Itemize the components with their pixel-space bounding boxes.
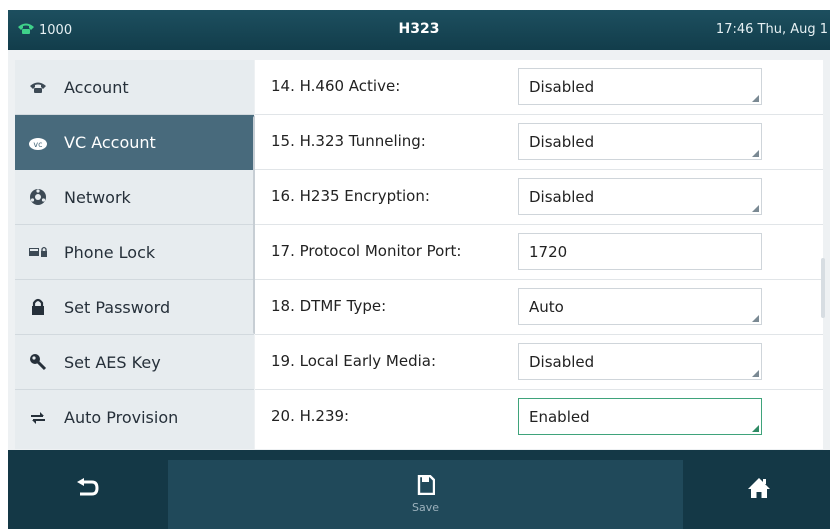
setting-row-h460-active: 14. H.460 Active: Disabled xyxy=(255,60,823,115)
svg-text:vc: vc xyxy=(33,140,42,149)
page-title: H323 xyxy=(398,21,440,37)
home-button[interactable] xyxy=(688,450,830,529)
setting-label: 18. DTMF Type: xyxy=(271,297,387,315)
vc-account-icon: vc xyxy=(27,132,49,154)
setting-value: Disabled xyxy=(529,188,595,206)
key-icon xyxy=(27,351,49,373)
setting-value: Enabled xyxy=(529,408,590,426)
setting-row-protocol-monitor-port: 17. Protocol Monitor Port: 1720 xyxy=(255,225,823,280)
dtmf-type-select[interactable]: Auto xyxy=(518,288,762,325)
setting-row-dtmf-type: 18. DTMF Type: Auto xyxy=(255,280,823,335)
h239-select[interactable]: Enabled xyxy=(518,398,762,435)
phone-lock-icon xyxy=(27,241,49,263)
settings-scrollbar[interactable] xyxy=(821,258,825,318)
sidebar-item-set-password[interactable]: Set Password xyxy=(15,280,254,335)
h460-active-select[interactable]: Disabled xyxy=(518,68,762,105)
sidebar-item-label: Auto Provision xyxy=(64,408,179,427)
sidebar-item-label: Phone Lock xyxy=(64,242,156,262)
sidebar-item-label: Account xyxy=(64,77,129,97)
setting-value: Disabled xyxy=(529,78,595,96)
phone-icon xyxy=(27,76,49,98)
sidebar-item-network[interactable]: Network xyxy=(15,170,254,225)
setting-label: 19. Local Early Media: xyxy=(271,352,437,370)
h235-encryption-select[interactable]: Disabled xyxy=(518,178,762,215)
setting-row-local-early-media: 19. Local Early Media: Disabled xyxy=(255,335,823,390)
network-icon xyxy=(27,186,49,208)
sidebar-item-label: VC Account xyxy=(64,133,156,152)
lock-icon xyxy=(27,296,49,318)
dropdown-corner-icon xyxy=(752,425,759,432)
protocol-monitor-port-input[interactable]: 1720 xyxy=(518,233,762,270)
back-arrow-icon xyxy=(76,477,100,502)
save-label: Save xyxy=(411,501,439,514)
setting-label: 20. H.239: xyxy=(271,407,350,425)
h323-tunneling-select[interactable]: Disabled xyxy=(518,123,762,160)
sidebar: Account vc VC Account Network Phone Lock… xyxy=(15,60,257,449)
settings-list: 14. H.460 Active: Disabled 15. H.323 Tun… xyxy=(255,60,823,449)
clock: 17:46 Thu, Aug 1 xyxy=(715,22,828,37)
setting-row-h239: 20. H.239: Enabled xyxy=(255,390,823,445)
dropdown-corner-icon xyxy=(752,150,759,157)
sidebar-item-vc-account[interactable]: vc VC Account xyxy=(15,115,254,170)
dropdown-corner-icon xyxy=(752,205,759,212)
sidebar-item-auto-provision[interactable]: Auto Provision xyxy=(15,390,254,445)
setting-label: 15. H.323 Tunneling: xyxy=(271,132,426,150)
sidebar-item-label: Set AES Key xyxy=(64,352,161,372)
sync-icon xyxy=(27,407,49,429)
phone-screen: 1000 H323 17:46 Thu, Aug 1 Account vc VC… xyxy=(8,10,830,529)
setting-label: 16. H235 Encryption: xyxy=(271,187,430,205)
setting-label: 14. H.460 Active: xyxy=(271,77,401,95)
sidebar-item-phone-lock[interactable]: Phone Lock xyxy=(15,225,254,280)
dropdown-corner-icon xyxy=(752,95,759,102)
setting-value: Disabled xyxy=(529,353,595,371)
setting-value: Auto xyxy=(529,298,564,316)
sidebar-item-label: Network xyxy=(64,187,131,207)
setting-value: 1720 xyxy=(529,243,568,261)
sidebar-item-account[interactable]: Account xyxy=(15,60,254,115)
sidebar-item-set-aes-key[interactable]: Set AES Key xyxy=(15,335,254,390)
save-button[interactable]: Save xyxy=(168,460,683,529)
back-button[interactable] xyxy=(8,450,168,529)
dropdown-corner-icon xyxy=(752,315,759,322)
dropdown-corner-icon xyxy=(752,370,759,377)
save-icon xyxy=(417,474,435,498)
sidebar-item-label: Set Password xyxy=(64,297,171,317)
setting-label: 17. Protocol Monitor Port: xyxy=(271,242,462,260)
setting-row-h235-encryption: 16. H235 Encryption: Disabled xyxy=(255,170,823,225)
setting-row-h323-tunneling: 15. H.323 Tunneling: Disabled xyxy=(255,115,823,170)
status-bar: 1000 H323 17:46 Thu, Aug 1 xyxy=(8,10,830,50)
setting-value: Disabled xyxy=(529,133,595,151)
softkey-bar: Save xyxy=(8,450,830,529)
local-early-media-select[interactable]: Disabled xyxy=(518,343,762,380)
home-icon xyxy=(747,477,771,503)
